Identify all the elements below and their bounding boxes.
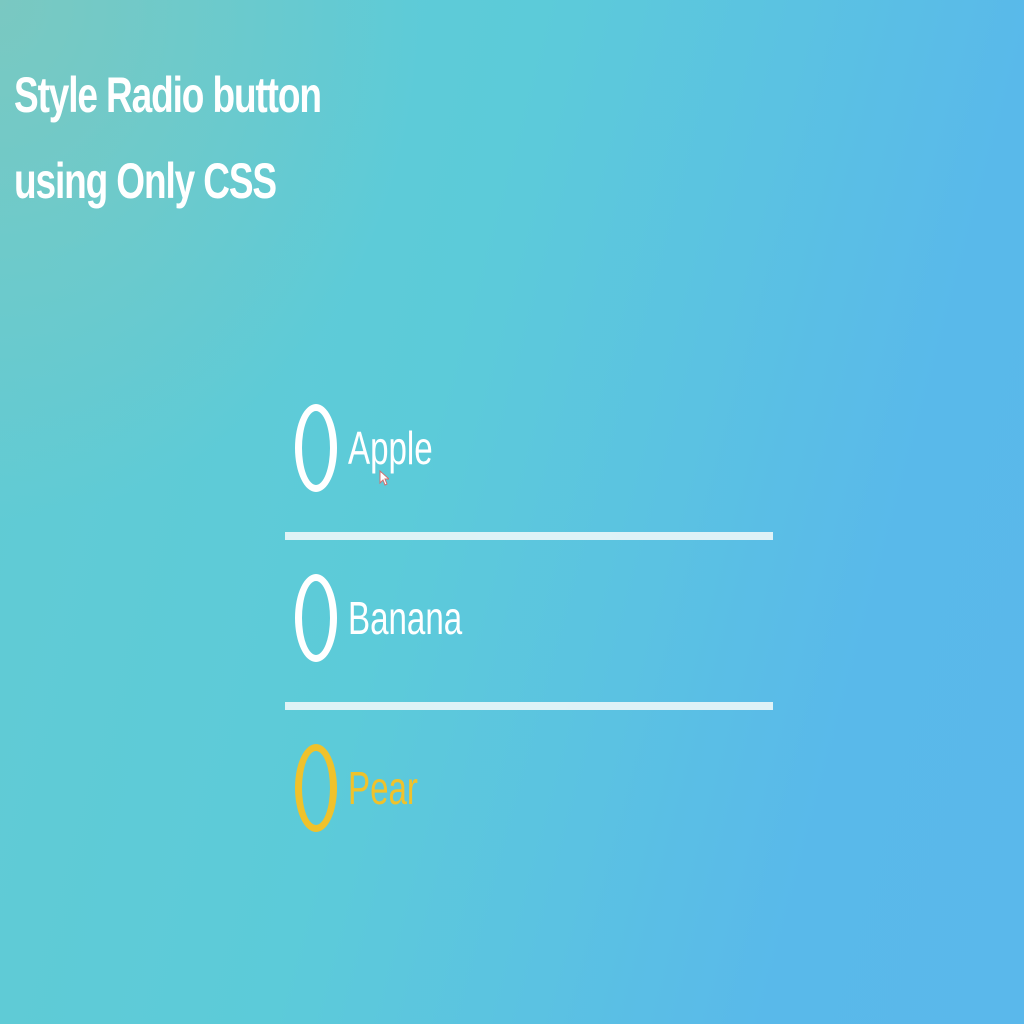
page-title-line-1: Style Radio button [14, 67, 322, 123]
page-title-line-2: using Only CSS [14, 153, 277, 209]
radio-button-pear[interactable] [295, 744, 337, 832]
divider [285, 702, 773, 710]
radio-label-pear[interactable]: Pear [348, 762, 418, 814]
radio-label-banana[interactable]: Banana [348, 592, 462, 644]
divider [285, 532, 773, 540]
page-title: Style Radio button using Only CSS [14, 52, 322, 224]
radio-option-banana[interactable]: Banana [285, 540, 773, 710]
radio-button-apple[interactable] [295, 404, 337, 492]
radio-label-apple[interactable]: Apple [348, 422, 433, 474]
fruit-radio-group: Apple Banana Pear [285, 370, 773, 880]
radio-option-apple[interactable]: Apple [285, 370, 773, 540]
mouse-pointer-icon [379, 470, 389, 486]
radio-button-banana[interactable] [295, 574, 337, 662]
radio-option-pear[interactable]: Pear [285, 710, 773, 880]
